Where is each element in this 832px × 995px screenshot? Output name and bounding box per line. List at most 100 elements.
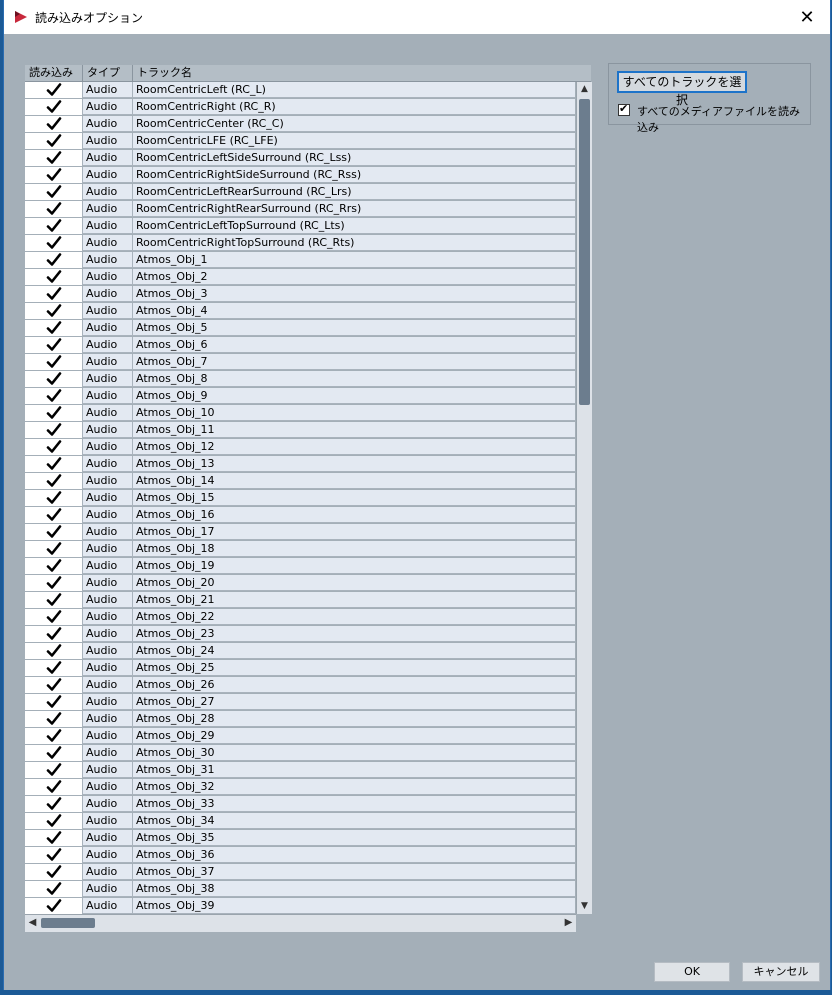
scroll-up-icon[interactable]: ▲ (577, 82, 592, 97)
import-checkbox-cell[interactable] (25, 830, 83, 846)
import-checkbox-cell[interactable] (25, 864, 83, 880)
select-all-tracks-button[interactable]: すべてのトラックを選択 (617, 71, 747, 107)
table-row[interactable]: Audio Atmos_Obj_2 (25, 269, 575, 285)
import-checkbox-cell[interactable] (25, 728, 83, 744)
import-checkbox-cell[interactable] (25, 592, 83, 608)
import-checkbox-cell[interactable] (25, 201, 83, 217)
table-row[interactable]: Audio Atmos_Obj_5 (25, 320, 575, 336)
table-row[interactable]: Audio RoomCentricRight (RC_R) (25, 99, 575, 115)
table-row[interactable]: Audio Atmos_Obj_22 (25, 609, 575, 625)
import-checkbox-cell[interactable] (25, 82, 83, 98)
table-row[interactable]: Audio Atmos_Obj_36 (25, 847, 575, 863)
table-row[interactable]: Audio Atmos_Obj_3 (25, 286, 575, 302)
import-checkbox-cell[interactable] (25, 796, 83, 812)
import-checkbox-cell[interactable] (25, 609, 83, 625)
table-row[interactable]: Audio Atmos_Obj_34 (25, 813, 575, 829)
table-row[interactable]: Audio Atmos_Obj_15 (25, 490, 575, 506)
import-checkbox-cell[interactable] (25, 439, 83, 455)
table-row[interactable]: Audio Atmos_Obj_32 (25, 779, 575, 795)
table-row[interactable]: Audio Atmos_Obj_12 (25, 439, 575, 455)
table-row[interactable]: Audio Atmos_Obj_28 (25, 711, 575, 727)
import-checkbox-cell[interactable] (25, 371, 83, 387)
import-checkbox-cell[interactable] (25, 337, 83, 353)
import-checkbox-cell[interactable] (25, 456, 83, 472)
table-row[interactable]: Audio RoomCentricRightSideSurround (RC_Rs… (25, 167, 575, 183)
import-checkbox-cell[interactable] (25, 184, 83, 200)
table-row[interactable]: Audio Atmos_Obj_25 (25, 660, 575, 676)
import-checkbox-cell[interactable] (25, 473, 83, 489)
table-row[interactable]: Audio Atmos_Obj_24 (25, 643, 575, 659)
table-row[interactable]: Audio Atmos_Obj_35 (25, 830, 575, 846)
import-checkbox-cell[interactable] (25, 235, 83, 251)
column-header-import[interactable]: 読み込み (25, 65, 83, 81)
horizontal-scroll-thumb[interactable] (41, 918, 95, 928)
ok-button[interactable]: OK (654, 962, 730, 982)
table-row[interactable]: Audio RoomCentricLeft (RC_L) (25, 82, 575, 98)
table-row[interactable]: Audio Atmos_Obj_37 (25, 864, 575, 880)
import-checkbox-cell[interactable] (25, 150, 83, 166)
scroll-right-icon[interactable]: ▶ (561, 915, 576, 931)
import-all-media-label[interactable]: すべてのメディアファイルを読み込み (637, 103, 810, 135)
table-row[interactable]: Audio RoomCentricLFE (RC_LFE) (25, 133, 575, 149)
import-checkbox-cell[interactable] (25, 422, 83, 438)
import-checkbox-cell[interactable] (25, 490, 83, 506)
import-checkbox-cell[interactable] (25, 694, 83, 710)
vertical-scroll-thumb[interactable] (579, 99, 590, 405)
scroll-down-icon[interactable]: ▼ (577, 899, 592, 914)
import-checkbox-cell[interactable] (25, 847, 83, 863)
import-checkbox-cell[interactable] (25, 99, 83, 115)
horizontal-scrollbar[interactable]: ◀ ▶ (25, 914, 576, 932)
import-checkbox-cell[interactable] (25, 575, 83, 591)
import-checkbox-cell[interactable] (25, 541, 83, 557)
table-row[interactable]: Audio Atmos_Obj_27 (25, 694, 575, 710)
column-header-track-name[interactable]: トラック名 (133, 65, 591, 81)
import-checkbox-cell[interactable] (25, 626, 83, 642)
table-row[interactable]: Audio Atmos_Obj_10 (25, 405, 575, 421)
table-row[interactable]: Audio RoomCentricLeftTopSurround (RC_Lts) (25, 218, 575, 234)
import-checkbox-cell[interactable] (25, 762, 83, 778)
import-all-media-checkbox[interactable]: ✔ (618, 102, 630, 116)
table-row[interactable]: Audio Atmos_Obj_13 (25, 456, 575, 472)
table-row[interactable]: Audio RoomCentricCenter (RC_C) (25, 116, 575, 132)
import-checkbox-cell[interactable] (25, 252, 83, 268)
table-row[interactable]: Audio Atmos_Obj_1 (25, 252, 575, 268)
table-row[interactable]: Audio Atmos_Obj_29 (25, 728, 575, 744)
import-checkbox-cell[interactable] (25, 779, 83, 795)
import-checkbox-cell[interactable] (25, 898, 83, 914)
import-checkbox-cell[interactable] (25, 218, 83, 234)
table-row[interactable]: Audio Atmos_Obj_21 (25, 592, 575, 608)
scroll-left-icon[interactable]: ◀ (25, 915, 40, 931)
vertical-scrollbar[interactable]: ▲ ▼ (576, 82, 592, 914)
table-row[interactable]: Audio Atmos_Obj_14 (25, 473, 575, 489)
import-checkbox-cell[interactable] (25, 677, 83, 693)
import-checkbox-cell[interactable] (25, 320, 83, 336)
table-row[interactable]: Audio RoomCentricLeftRearSurround (RC_Lrs… (25, 184, 575, 200)
table-row[interactable]: Audio Atmos_Obj_4 (25, 303, 575, 319)
import-checkbox-cell[interactable] (25, 303, 83, 319)
table-row[interactable]: Audio Atmos_Obj_9 (25, 388, 575, 404)
import-checkbox-cell[interactable] (25, 286, 83, 302)
import-checkbox-cell[interactable] (25, 167, 83, 183)
table-row[interactable]: Audio RoomCentricRightRearSurround (RC_Rr… (25, 201, 575, 217)
import-checkbox-cell[interactable] (25, 405, 83, 421)
import-checkbox-cell[interactable] (25, 881, 83, 897)
table-row[interactable]: Audio Atmos_Obj_8 (25, 371, 575, 387)
table-row[interactable]: Audio Atmos_Obj_20 (25, 575, 575, 591)
import-checkbox-cell[interactable] (25, 507, 83, 523)
table-row[interactable]: Audio Atmos_Obj_17 (25, 524, 575, 540)
import-checkbox-cell[interactable] (25, 643, 83, 659)
table-row[interactable]: Audio Atmos_Obj_38 (25, 881, 575, 897)
table-row[interactable]: Audio Atmos_Obj_31 (25, 762, 575, 778)
table-row[interactable]: Audio RoomCentricRightTopSurround (RC_Rts… (25, 235, 575, 251)
table-row[interactable]: Audio RoomCentricLeftSideSurround (RC_Lss… (25, 150, 575, 166)
import-checkbox-cell[interactable] (25, 116, 83, 132)
table-row[interactable]: Audio Atmos_Obj_18 (25, 541, 575, 557)
import-checkbox-cell[interactable] (25, 354, 83, 370)
table-row[interactable]: Audio Atmos_Obj_7 (25, 354, 575, 370)
table-row[interactable]: Audio Atmos_Obj_11 (25, 422, 575, 438)
import-checkbox-cell[interactable] (25, 558, 83, 574)
import-checkbox-cell[interactable] (25, 388, 83, 404)
import-checkbox-cell[interactable] (25, 133, 83, 149)
table-row[interactable]: Audio Atmos_Obj_16 (25, 507, 575, 523)
import-checkbox-cell[interactable] (25, 269, 83, 285)
